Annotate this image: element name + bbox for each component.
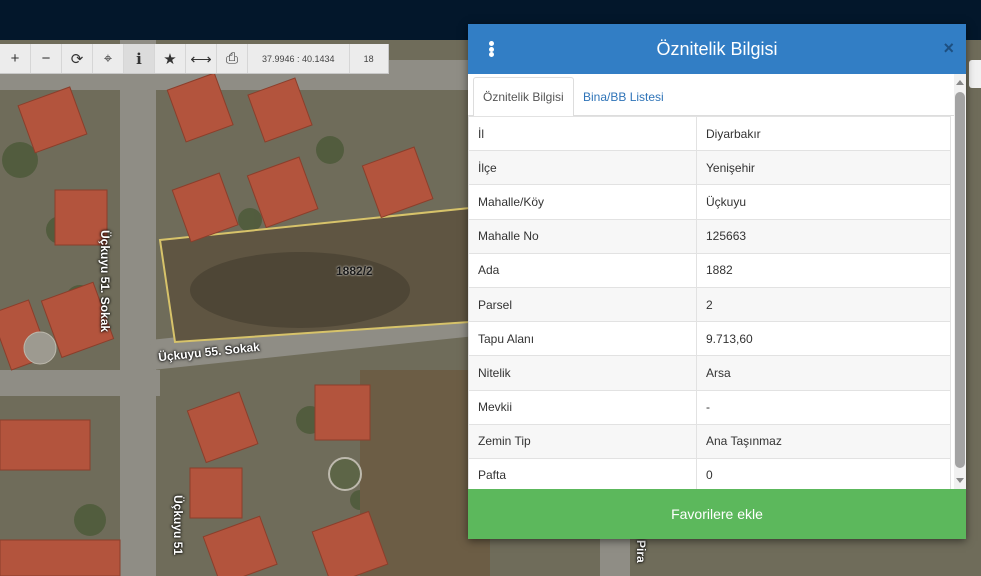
table-row: Mahalle/Köy Üçkuyu	[468, 184, 951, 220]
street-label: Pira	[634, 540, 648, 563]
close-icon[interactable]: ×	[943, 38, 954, 59]
menu-icon[interactable]	[482, 38, 500, 60]
print-icon[interactable]: ⎙	[217, 44, 248, 73]
table-row: Zemin Tip Ana Taşınmaz	[468, 423, 951, 459]
attr-key: Mahalle/Köy	[468, 184, 697, 220]
attr-value: Yenişehir	[696, 150, 951, 186]
street-label: Üçkuyu 51	[171, 495, 185, 556]
locate-icon[interactable]: ⌖	[93, 44, 124, 73]
attr-value: Arsa	[696, 355, 951, 391]
table-row: Parsel 2	[468, 286, 951, 323]
attr-value: Üçkuyu	[696, 184, 951, 220]
attr-key: İlçe	[468, 150, 697, 186]
attr-value: 0	[696, 457, 951, 489]
table-row: Ada 1882	[468, 252, 951, 288]
attr-value: Diyarbakır	[696, 116, 951, 152]
table-row: İl Diyarbakır	[468, 116, 951, 152]
scroll-up-icon[interactable]	[956, 80, 964, 85]
attr-value: 1882	[696, 252, 951, 288]
star-icon[interactable]: ★	[155, 44, 186, 73]
attr-key: Mevkii	[468, 389, 697, 425]
street-label: Üçkuyu 51. Sokak	[98, 230, 112, 333]
attr-key: Nitelik	[468, 355, 697, 391]
attribute-panel: Öznitelik Bilgisi × Öznitelik Bilgisi Bi…	[468, 24, 966, 539]
table-row: Pafta 0	[468, 457, 951, 489]
zoom-in-icon[interactable]: +	[0, 44, 31, 73]
attr-key: Tapu Alanı	[468, 321, 697, 357]
coordinate-readout: 37.9946 : 40.1434	[248, 44, 350, 73]
attr-key: Ada	[468, 252, 697, 288]
attr-key: Mahalle No	[468, 218, 697, 254]
side-control[interactable]	[969, 60, 981, 88]
map-toolbar: + − ⟳ ⌖ i ★ ⟷ ⎙ 37.9946 : 40.1434 18	[0, 44, 389, 74]
scrollbar-thumb[interactable]	[955, 92, 965, 468]
table-row: Nitelik Arsa	[468, 355, 951, 391]
table-row: Mahalle No 125663	[468, 218, 951, 254]
table-row: İlçe Yenişehir	[468, 150, 951, 186]
zoom-level: 18	[363, 53, 374, 64]
tab-building-list[interactable]: Bina/BB Listesi	[574, 77, 673, 116]
attr-key: Parsel	[468, 286, 697, 323]
attr-key: Zemin Tip	[468, 423, 697, 459]
refresh-icon[interactable]: ⟳	[62, 44, 93, 73]
attr-key: İl	[468, 116, 697, 152]
attr-value: 125663	[696, 218, 951, 254]
parcel-label: 1882/2	[336, 264, 373, 278]
scrollbar[interactable]	[954, 74, 966, 489]
attribute-table: İl Diyarbakır İlçe Yenişehir Mahalle/Köy Üç…	[468, 116, 951, 489]
tab-attribute-info[interactable]: Öznitelik Bilgisi	[473, 77, 574, 117]
attr-value: 2	[696, 286, 951, 323]
table-row: Tapu Alanı 9.713,60	[468, 321, 951, 357]
scroll-down-icon[interactable]	[956, 478, 964, 483]
attr-value: 9.713,60	[696, 321, 951, 357]
attr-key: Pafta	[468, 457, 697, 489]
attr-value: -	[696, 389, 951, 425]
panel-title: Öznitelik Bilgisi	[656, 38, 778, 59]
add-to-favorites-button[interactable]: Favorilere ekle	[468, 489, 966, 539]
zoom-out-icon[interactable]: −	[31, 44, 62, 73]
info-icon[interactable]: i	[124, 44, 155, 73]
panel-header: Öznitelik Bilgisi ×	[468, 24, 966, 74]
table-row: Mevkii -	[468, 389, 951, 425]
attr-value: Ana Taşınmaz	[696, 423, 951, 459]
panel-tabs: Öznitelik Bilgisi Bina/BB Listesi	[468, 74, 954, 117]
measure-icon[interactable]: ⟷	[186, 44, 217, 73]
